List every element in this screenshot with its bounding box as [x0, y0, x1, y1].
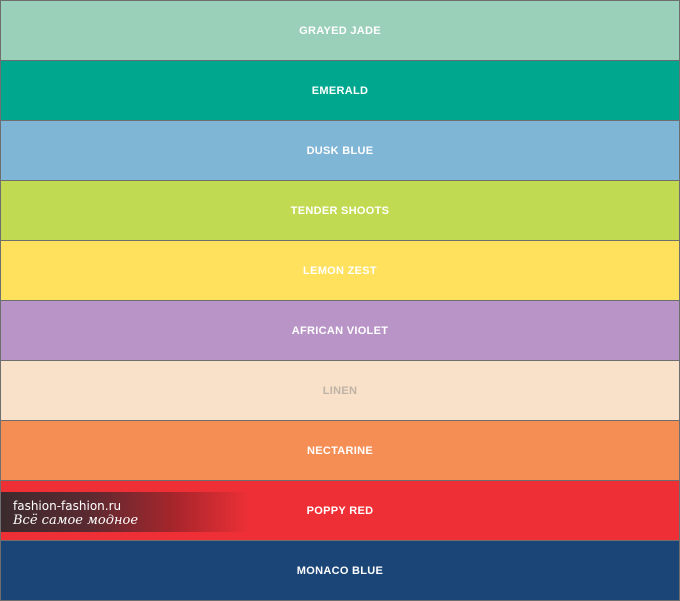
swatch-linen: LINEN: [0, 361, 680, 421]
color-palette: GRAYED JADE EMERALD DUSK BLUE TENDER SHO…: [0, 0, 680, 601]
swatch-label: DUSK BLUE: [306, 144, 374, 157]
swatch-label: POPPY RED: [306, 504, 374, 517]
swatch-label: EMERALD: [311, 84, 369, 97]
swatch-label: GRAYED JADE: [299, 24, 381, 37]
swatch-label: LEMON ZEST: [303, 264, 377, 277]
swatch-grayed-jade: GRAYED JADE: [0, 1, 680, 61]
swatch-african-violet: AFRICAN VIOLET: [0, 301, 680, 361]
swatch-monaco-blue: MONACO BLUE: [0, 541, 680, 601]
swatch-label: AFRICAN VIOLET: [291, 324, 389, 337]
swatch-label: LINEN: [322, 384, 358, 397]
swatch-tender-shoots: TENDER SHOOTS: [0, 181, 680, 241]
swatch-poppy-red: POPPY RED: [0, 481, 680, 541]
swatch-nectarine: NECTARINE: [0, 421, 680, 481]
swatch-label: TENDER SHOOTS: [290, 204, 390, 217]
swatch-emerald: EMERALD: [0, 61, 680, 121]
swatch-dusk-blue: DUSK BLUE: [0, 121, 680, 181]
swatch-label: NECTARINE: [306, 444, 374, 457]
swatch-label: MONACO BLUE: [296, 564, 384, 577]
swatch-lemon-zest: LEMON ZEST: [0, 241, 680, 301]
